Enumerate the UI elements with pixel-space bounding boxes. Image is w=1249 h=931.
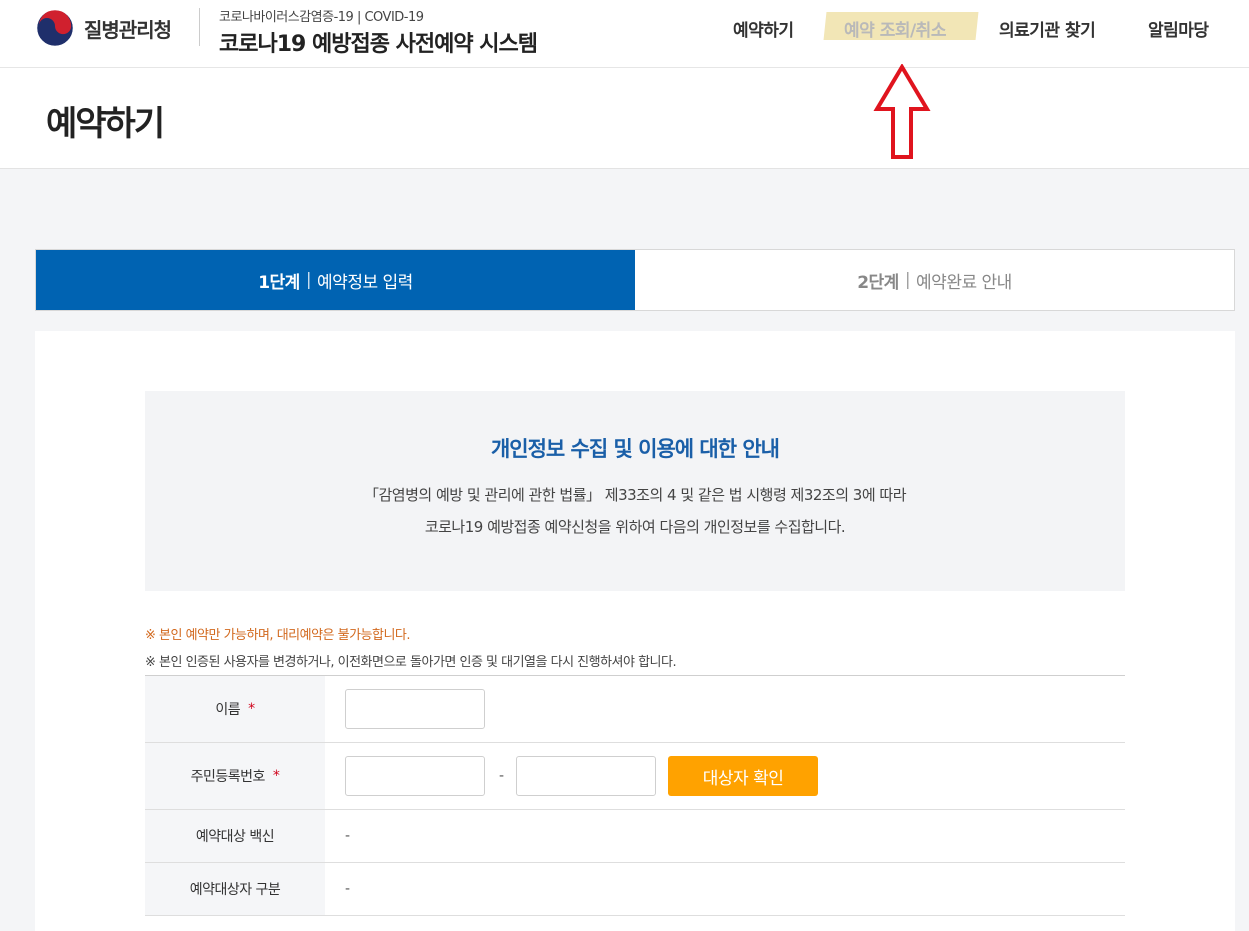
rrn-label-text: 주민등록번호 [190,769,266,785]
step-indicator: 1단계 | 예약정보 입력 2단계 | 예약완료 안내 [35,249,1235,311]
step-1-number: 1단계 [258,272,300,293]
main-panel: 개인정보 수집 및 이용에 대한 안내 「감염병의 예방 및 관리에 관한 법률… [35,331,1235,931]
vaccine-label: 예약대상 백신 [145,810,325,862]
category-value: - [345,881,351,897]
rrn-back-input[interactable] [516,756,657,796]
form-row-name: 이름 * [145,676,1125,743]
system-subtitle: 코로나바이러스감염증-19 | COVID-19 [219,10,424,25]
step-2-separator: | [904,270,911,290]
step-1: 1단계 | 예약정보 입력 [36,250,635,310]
step-1-label: 예약정보 입력 [317,272,413,293]
page-title: 예약하기 [46,104,165,144]
nav-find-hospital[interactable]: 의료기관 찾기 [999,16,1096,41]
name-label-text: 이름 [215,702,241,718]
step-2-number: 2단계 [857,272,899,293]
kdca-logo-icon[interactable] [36,9,74,47]
step-1-separator: | [305,270,312,290]
page-title-bar: 예약하기 [0,68,1249,169]
check-eligibility-button[interactable]: 대상자 확인 [668,756,819,796]
privacy-notice-line2: 코로나19 예방접종 예약신청을 위하여 다음의 개인정보를 수집합니다. [424,518,846,536]
rrn-value-cell: - 대상자 확인 [325,743,1125,809]
system-title[interactable]: 코로나19 예방접종 사전예약 시스템 [219,26,538,58]
privacy-notice: 개인정보 수집 및 이용에 대한 안내 「감염병의 예방 및 관리에 관한 법률… [145,391,1125,591]
privacy-notice-line1: 「감염병의 예방 및 관리에 관한 법률」 제33조의 4 및 같은 법 시행령… [363,486,907,504]
privacy-notice-title: 개인정보 수집 및 이용에 대한 안내 [490,437,780,461]
nav-notice-board[interactable]: 알림마당 [1148,16,1209,41]
form-row-rrn: 주민등록번호 * - 대상자 확인 [145,743,1125,810]
name-value-cell [325,676,1125,742]
form-row-category: 예약대상자 구분 - [145,863,1125,916]
rrn-dash: - [499,768,505,784]
step-2: 2단계 | 예약완료 안내 [635,250,1234,310]
warning-reauth: ※ 본인 인증된 사용자를 변경하거나, 이전화면으로 돌아가면 인증 및 대기… [145,655,677,670]
rrn-label: 주민등록번호 * [145,743,325,809]
agency-name[interactable]: 질병관리청 [84,14,172,43]
site-header: 질병관리청 코로나바이러스감염증-19 | COVID-19 코로나19 예방접… [0,0,1249,68]
name-label: 이름 * [145,676,325,742]
category-label: 예약대상자 구분 [145,863,325,915]
required-mark: * [272,768,280,784]
header-divider [199,8,200,46]
nav-lookup-cancel[interactable]: 예약 조회/취소 [844,16,946,41]
required-mark: * [248,701,255,717]
reservation-form: 이름 * 주민등록번호 * - 대상자 확인 예약대상 백신 - 예약대상자 구… [145,675,1125,916]
warning-self-only: ※ 본인 예약만 가능하며, 대리예약은 불가능합니다. [145,628,411,643]
annotation-up-arrow-icon [873,64,931,159]
step-2-label: 예약완료 안내 [916,272,1012,293]
nav-reserve[interactable]: 예약하기 [733,16,794,41]
name-input[interactable] [345,689,485,729]
privacy-notice-text: 「감염병의 예방 및 관리에 관한 법률」 제33조의 4 및 같은 법 시행령… [145,479,1125,543]
vaccine-value: - [345,828,351,844]
form-row-vaccine: 예약대상 백신 - [145,810,1125,863]
rrn-front-input[interactable] [345,756,485,796]
